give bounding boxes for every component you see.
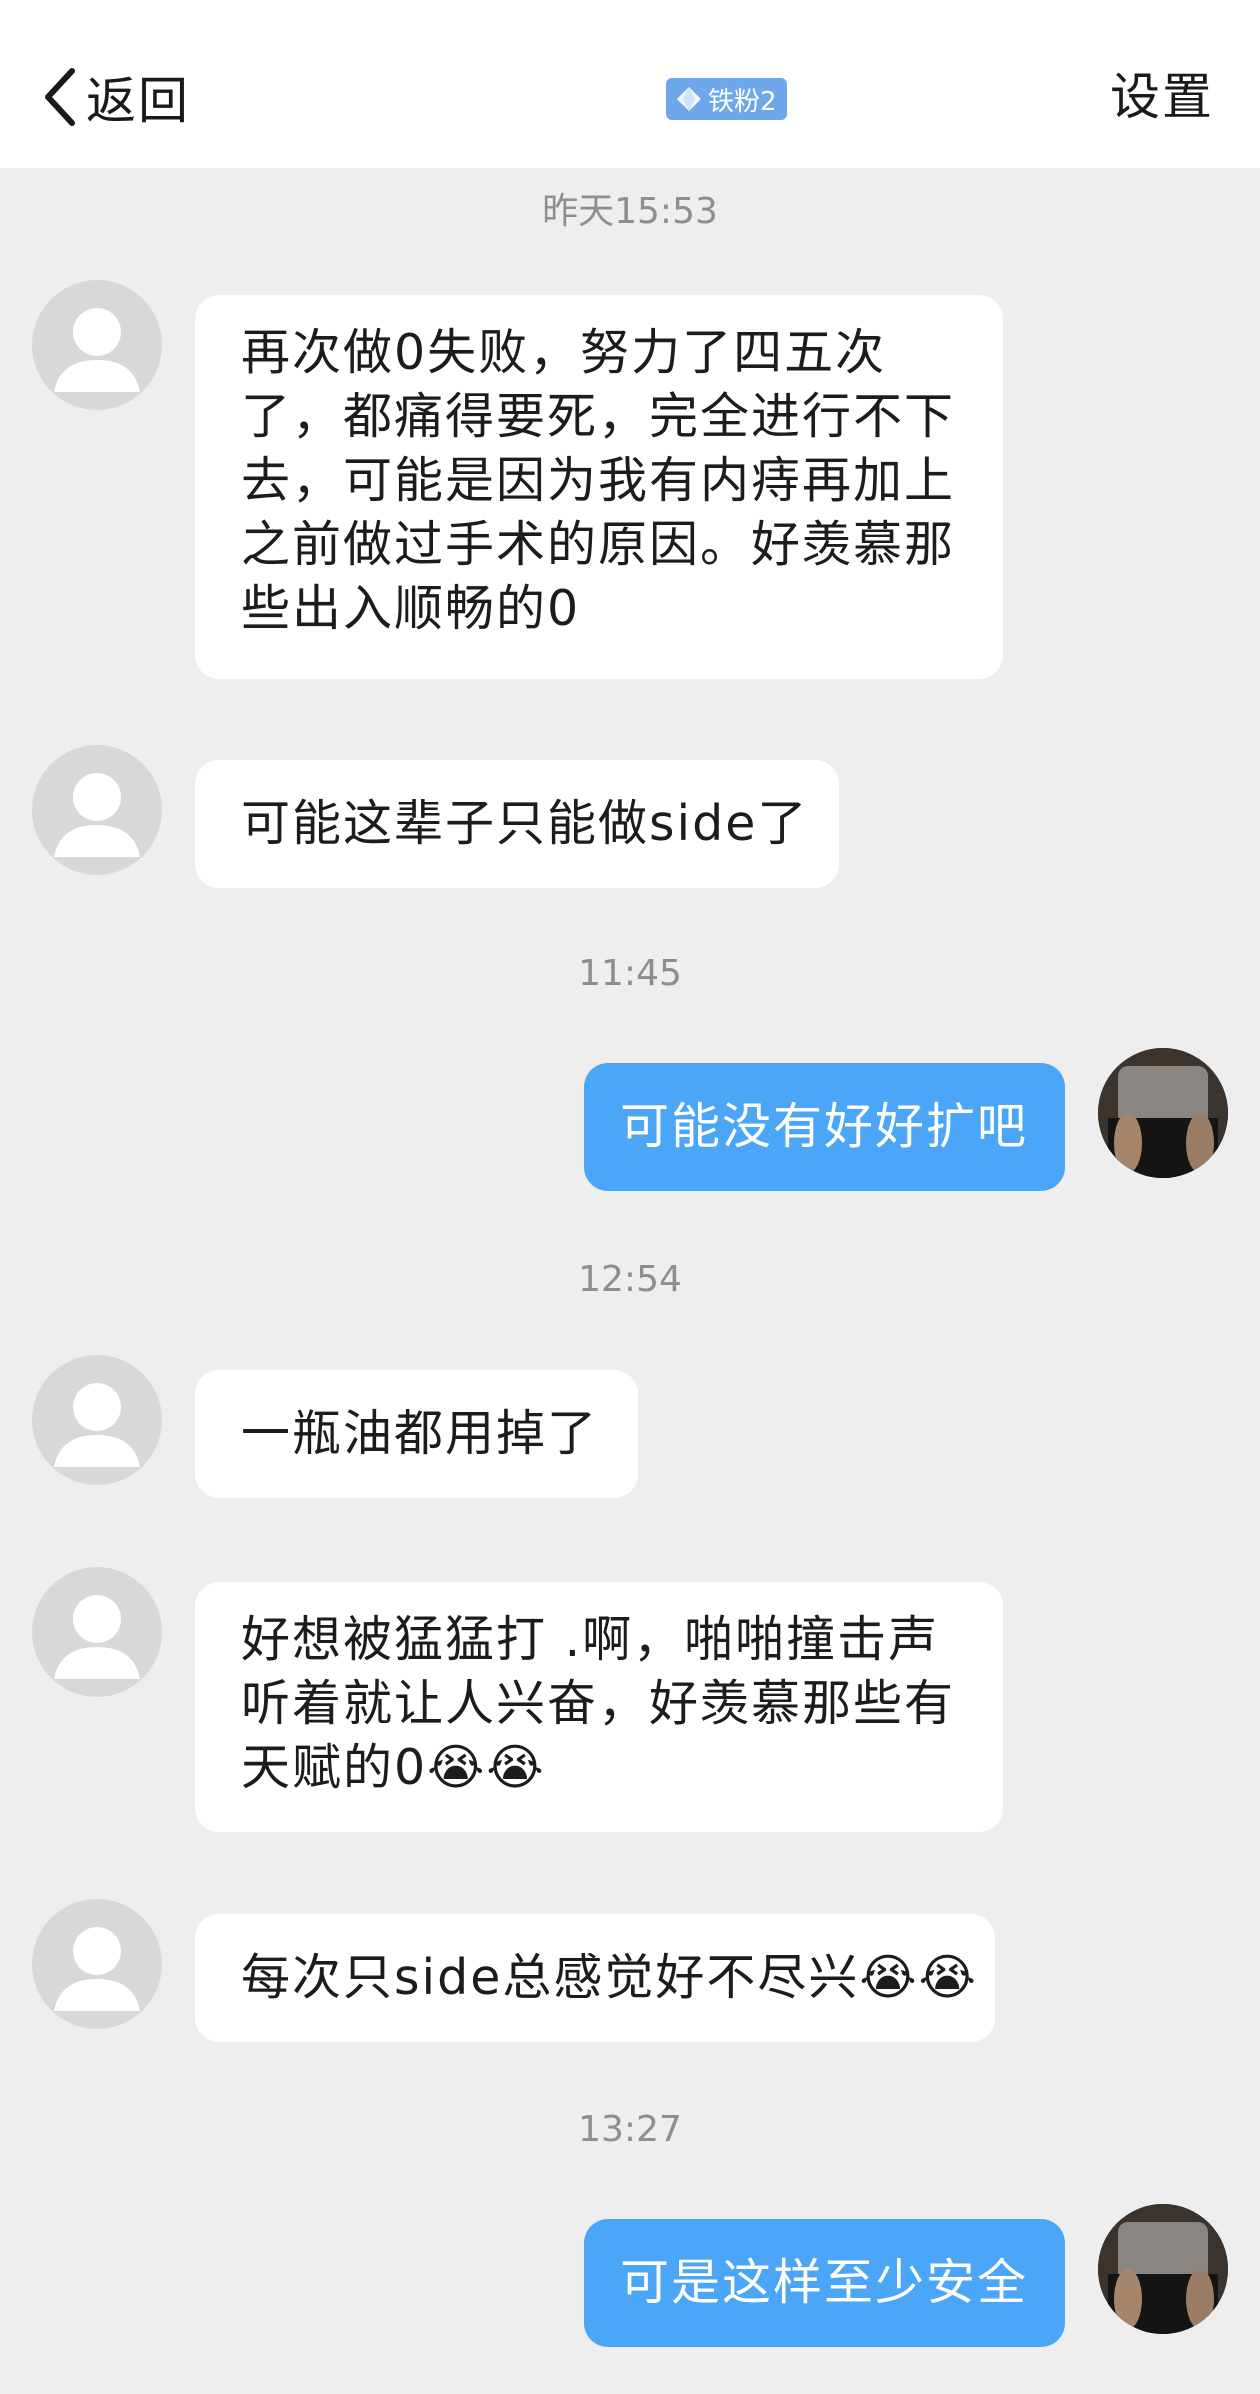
- top-nav-bar: 返回 铁粉2 设置: [0, 0, 1260, 168]
- message-bubble-incoming[interactable]: 再次做0失败，努力了四五次 了，都痛得要死，完全进行不下 去，可能是因为我有内痔…: [195, 295, 1003, 679]
- contact-avatar[interactable]: [32, 280, 162, 410]
- badge-label: 铁粉2: [708, 86, 777, 117]
- timestamp: 13:27: [578, 2109, 682, 2150]
- user-photo-avatar: [1098, 2204, 1228, 2334]
- message-bubble-incoming[interactable]: 好想被猛猛打 .啊，啪啪撞击声 听着就让人兴奋，好羡慕那些有 天赋的0😭😭: [195, 1582, 1003, 1832]
- default-avatar-icon: [54, 773, 140, 857]
- message-bubble-incoming[interactable]: 一瓶油都用掉了: [195, 1370, 638, 1498]
- default-avatar-icon: [54, 1383, 140, 1467]
- back-button[interactable]: 返回: [40, 62, 190, 132]
- back-label: 返回: [86, 72, 190, 130]
- timestamp: 昨天15:53: [542, 191, 718, 232]
- user-photo-avatar: [1098, 1048, 1228, 1178]
- default-avatar-icon: [54, 1595, 140, 1679]
- default-avatar-icon: [54, 1927, 140, 2011]
- my-avatar[interactable]: [1098, 2204, 1228, 2334]
- message-bubble-outgoing[interactable]: 可是这样至少安全: [584, 2219, 1065, 2347]
- message-bubble-outgoing[interactable]: 可能没有好好扩吧: [584, 1063, 1065, 1191]
- contact-avatar[interactable]: [32, 1899, 162, 2029]
- contact-avatar[interactable]: [32, 1355, 162, 1485]
- fan-level-badge: 铁粉2: [666, 78, 787, 120]
- my-avatar[interactable]: [1098, 1048, 1228, 1178]
- timestamp: 12:54: [578, 1259, 682, 1300]
- diamond-icon: [677, 87, 701, 111]
- timestamp: 11:45: [578, 953, 682, 994]
- contact-avatar[interactable]: [32, 745, 162, 875]
- settings-button[interactable]: 设置: [1110, 62, 1214, 132]
- message-bubble-incoming[interactable]: 可能这辈子只能做side了: [195, 760, 839, 888]
- message-bubble-incoming[interactable]: 每次只side总感觉好不尽兴😭😭: [195, 1914, 995, 2042]
- default-avatar-icon: [54, 308, 140, 392]
- contact-avatar[interactable]: [32, 1567, 162, 1697]
- chevron-left-icon: [45, 68, 75, 126]
